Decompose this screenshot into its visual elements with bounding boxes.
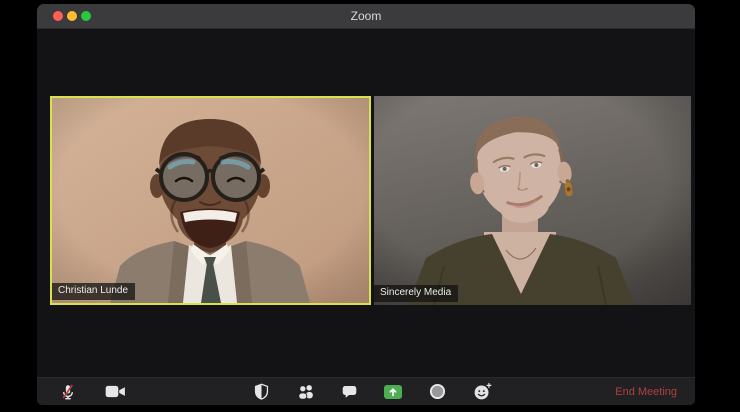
record-button[interactable] <box>422 379 452 405</box>
end-meeting-button[interactable]: End Meeting <box>611 384 681 400</box>
video-grid: Christian Lunde Sincerely Media <box>37 29 695 378</box>
minimize-button[interactable] <box>67 11 77 21</box>
participant-name-label: Christian Lunde <box>52 283 136 300</box>
fullscreen-button[interactable] <box>81 11 91 21</box>
mute-button[interactable] <box>53 379 83 405</box>
zoom-window: Zoom Christian Lunde Sincerely Media End… <box>37 4 695 405</box>
share-screen-button[interactable] <box>378 379 408 405</box>
traffic-lights <box>53 11 91 21</box>
security-shield-icon <box>254 383 268 400</box>
titlebar[interactable]: Zoom <box>37 4 695 29</box>
video-tile-sincerely-media[interactable]: Sincerely Media <box>374 96 691 305</box>
stop-video-button[interactable] <box>100 379 130 405</box>
reactions-button[interactable] <box>467 379 497 405</box>
screen: Zoom Christian Lunde Sincerely Media End… <box>0 0 740 412</box>
mic-muted-icon <box>62 384 74 399</box>
share-screen-icon <box>384 384 402 399</box>
reactions-icon <box>474 382 491 400</box>
woman-portrait-illustration <box>374 96 691 305</box>
man-portrait-illustration <box>52 98 369 303</box>
participant-name-label: Sincerely Media <box>374 285 459 302</box>
window-title: Zoom <box>350 9 382 23</box>
close-button[interactable] <box>53 11 63 21</box>
security-button[interactable] <box>246 379 276 405</box>
record-icon <box>429 383 445 400</box>
participants-button[interactable] <box>291 379 321 405</box>
video-camera-icon <box>105 385 125 398</box>
participants-icon <box>298 385 313 400</box>
chat-button[interactable] <box>334 379 364 405</box>
chat-icon <box>342 385 356 398</box>
meeting-toolbar: End Meeting <box>37 377 695 405</box>
video-tile-christian-lunde[interactable]: Christian Lunde <box>50 96 371 305</box>
